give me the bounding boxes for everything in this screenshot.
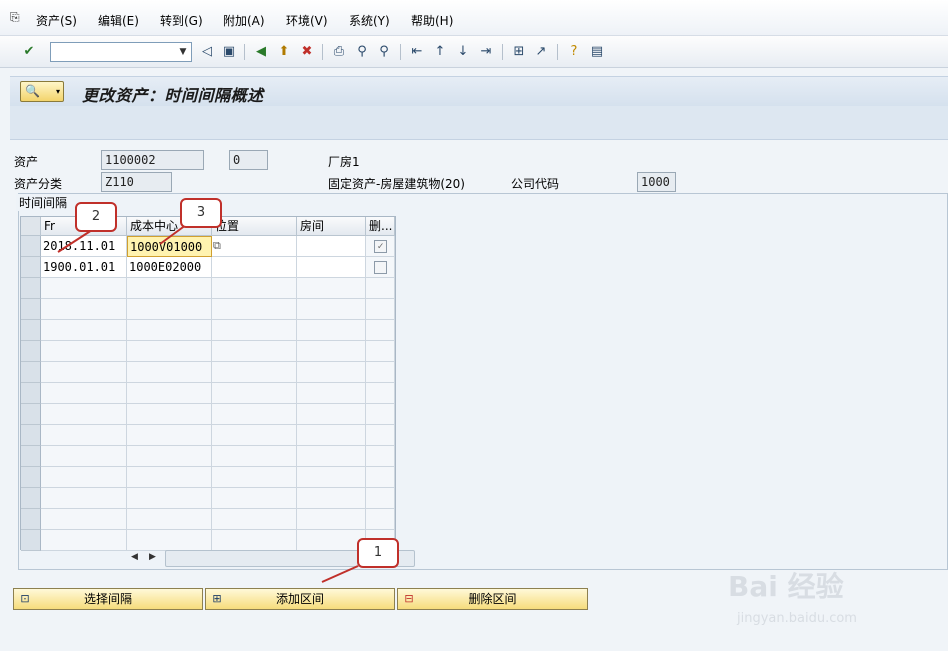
callout-arrow-1 — [321, 565, 359, 583]
watermark-logo: Bai 经验 — [728, 570, 844, 603]
callout-arrows — [57, 221, 359, 583]
callout-3: 3 — [180, 198, 222, 228]
callout-1: 1 — [357, 538, 399, 568]
callout-arrow-2 — [57, 229, 93, 253]
callout-2: 2 — [75, 202, 117, 232]
watermark-url: jingyan.baidu.com — [737, 611, 857, 626]
